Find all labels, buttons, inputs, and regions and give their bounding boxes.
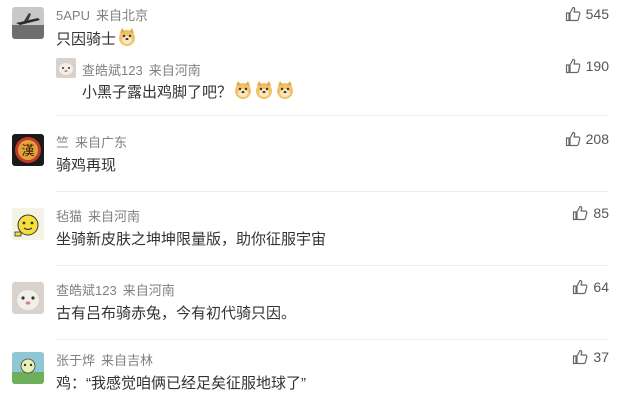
- comment-item: 毡猫 来自河南 坐骑新皮肤之坤坤限量版，助你征服宇宙 85: [0, 200, 621, 260]
- location: 来自河南: [88, 209, 141, 224]
- like-count: 37: [593, 349, 609, 365]
- comment-text-content: 只因骑士: [56, 31, 117, 48]
- thumbs-up-icon: [573, 205, 588, 221]
- divider: [56, 265, 609, 266]
- comment-text: 鸡：“我感觉咱俩已经足矣征服地球了”: [56, 372, 306, 393]
- thumbs-up-icon: [573, 279, 588, 295]
- username[interactable]: 5APU: [56, 8, 90, 23]
- thumbs-up-icon: [573, 349, 588, 365]
- reply-text: 小黑子露出鸡脚了吧？: [82, 80, 295, 104]
- avatar[interactable]: [12, 208, 44, 240]
- location: 来自北京: [95, 8, 148, 23]
- like-count: 64: [593, 279, 609, 295]
- doge-emoji-icon: [233, 80, 253, 104]
- comment-text-content: 骑鸡再现: [56, 157, 117, 174]
- username[interactable]: 毡猫: [56, 209, 82, 224]
- comment-item: 漢 竺来自广东 骑鸡再现 208: [0, 126, 621, 186]
- comment-text: 古有吕布骑赤兔，今有初代骑只因。: [56, 302, 296, 323]
- divider: [56, 339, 609, 340]
- like-button[interactable]: 85: [572, 205, 609, 221]
- avatar[interactable]: [12, 7, 44, 39]
- avatar[interactable]: 漢: [12, 134, 44, 166]
- avatar[interactable]: [12, 352, 44, 384]
- doge-emoji-icon: [275, 80, 295, 104]
- doge-emoji-icon: [254, 80, 274, 104]
- doge-emoji-icon: [117, 27, 137, 51]
- thumbs-up-icon: [565, 131, 581, 147]
- like-count: 85: [593, 205, 609, 221]
- comment-text-content: 鸡：“我感觉咱俩已经足矣征服地球了”: [56, 375, 306, 392]
- comment-text-content: 坐骑新皮肤之坤坤限量版，助你征服宇宙: [56, 231, 327, 248]
- comment-text: 骑鸡再现: [56, 154, 116, 175]
- thumbs-up-icon: [565, 58, 581, 74]
- reply-avatar[interactable]: [56, 58, 76, 78]
- reply-text-content: 小黑子露出鸡脚了吧？: [82, 84, 233, 101]
- reply-username[interactable]: 查皓斌123: [82, 63, 143, 78]
- comment-meta: 查皓斌123 来自河南: [56, 280, 175, 299]
- username[interactable]: 竺: [56, 135, 69, 150]
- comment-meta: 毡猫 来自河南: [56, 206, 140, 225]
- comment-meta: 5APU 来自北京: [56, 5, 148, 24]
- thumbs-up-icon: [565, 6, 581, 22]
- like-count: 545: [585, 6, 609, 22]
- divider: [56, 115, 609, 116]
- reply-location: 来自河南: [148, 63, 201, 78]
- avatar-char: 漢: [21, 144, 34, 159]
- like-button[interactable]: 545: [565, 6, 609, 22]
- comment-meta: 竺来自广东: [56, 132, 127, 151]
- like-count: 190: [585, 58, 609, 74]
- like-button[interactable]: 208: [565, 131, 609, 147]
- avatar[interactable]: [12, 282, 44, 314]
- comment-text: 只因骑士: [56, 27, 137, 51]
- comment-item: 查皓斌123 来自河南 古有吕布骑赤兔，今有初代骑只因。 64: [0, 274, 621, 334]
- comment-item: 张于烨 来自吉林 鸡：“我感觉咱俩已经足矣征服地球了” 37: [0, 346, 621, 400]
- reply-meta: 查皓斌123 来自河南: [82, 60, 201, 79]
- location: 来自吉林: [101, 353, 154, 368]
- comment-item: 5APU 来自北京 只因骑士 545 查皓斌123 来自河南 小黑子露出鸡脚了吧？ …: [0, 0, 621, 110]
- like-count: 208: [585, 131, 609, 147]
- comment-text: 坐骑新皮肤之坤坤限量版，助你征服宇宙: [56, 228, 326, 249]
- comment-meta: 张于烨 来自吉林: [56, 350, 153, 369]
- location: 来自河南: [122, 283, 175, 298]
- like-button[interactable]: 64: [572, 279, 609, 295]
- location: 来自广东: [75, 135, 128, 150]
- divider: [56, 191, 609, 192]
- reply-like-button[interactable]: 190: [565, 58, 609, 74]
- like-button[interactable]: 37: [572, 349, 609, 365]
- username[interactable]: 张于烨: [56, 353, 95, 368]
- comment-text-content: 古有吕布骑赤兔，今有初代骑只因。: [56, 305, 297, 322]
- username[interactable]: 查皓斌123: [56, 283, 117, 298]
